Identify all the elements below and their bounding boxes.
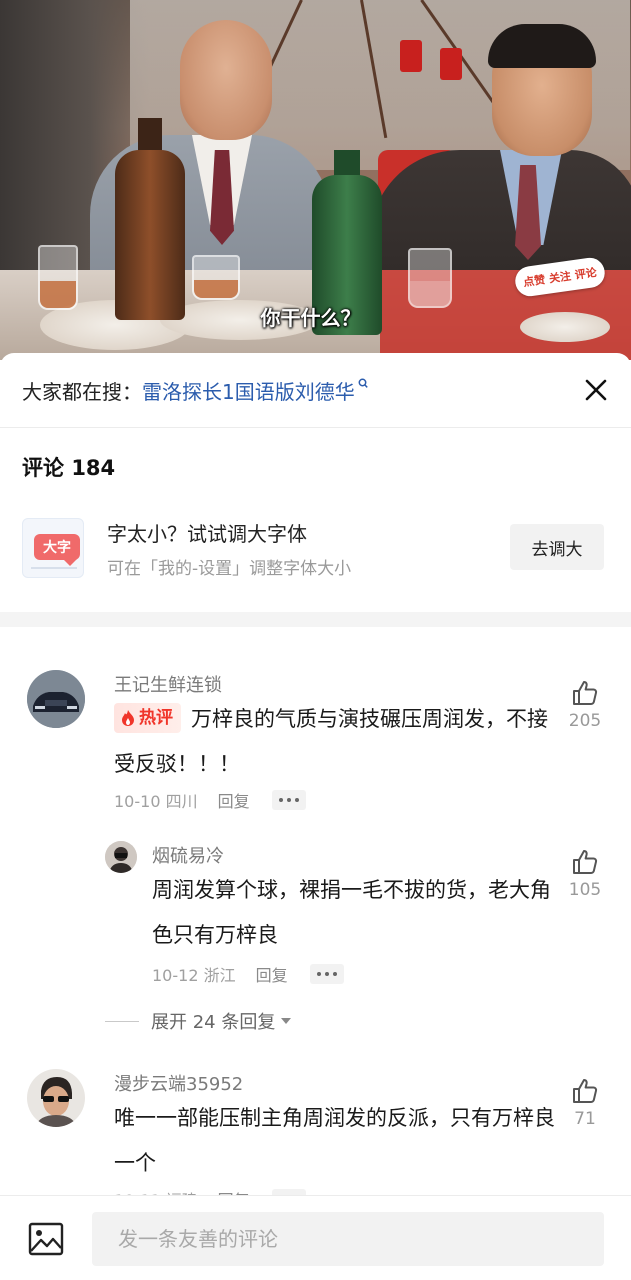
hot-comment-badge: 热评 <box>114 703 181 733</box>
red-envelope <box>440 48 462 80</box>
comment-username[interactable]: 漫步云端35952 <box>114 1070 243 1096</box>
red-envelope <box>400 40 422 72</box>
video-player[interactable]: 你干什么？ 点赞 关注 评论 <box>0 0 631 360</box>
more-options-button[interactable] <box>309 964 344 984</box>
comment-text: 唯一一部能压制主角周润发的反派，只有万梓良一个 <box>114 1096 564 1186</box>
comment-body: 唯一一部能压制主角周润发的反派，只有万梓良一个 <box>114 1106 555 1175</box>
cognac-bottle <box>115 150 185 320</box>
car-avatar-icon <box>27 670 85 728</box>
hair <box>488 24 596 68</box>
wine-glass <box>408 248 452 308</box>
like-count: 105 <box>568 880 602 900</box>
thumbs-up-icon <box>573 681 598 705</box>
expand-replies-button[interactable]: 展开 24 条回复 <box>105 1008 292 1034</box>
like-button[interactable]: 71 <box>565 1077 605 1129</box>
search-suggestion-text[interactable]: 雷洛探长1国语版刘德华 <box>142 376 355 405</box>
comment-username[interactable]: 烟硫易冷 <box>152 842 224 868</box>
comment-username[interactable]: 王记生鲜连锁 <box>114 671 222 697</box>
comment-body: 周润发算个球，裸捐一毛不拔的货，老大角色只有万梓良 <box>152 878 551 947</box>
like-button[interactable]: 205 <box>565 679 605 731</box>
person-avatar-icon <box>105 841 137 873</box>
large-font-icon: 大字 <box>22 518 84 578</box>
sticker-comment-text: 评论 <box>574 265 598 282</box>
font-tip-subtitle: 可在「我的-设置」调整字体大小 <box>107 559 352 579</box>
section-divider <box>0 612 631 627</box>
thumbs-up-icon <box>573 1079 598 1103</box>
comment-text: 热评 万梓良的气质与演技碾压周润发，不接受反驳！！！ <box>114 697 564 787</box>
image-icon[interactable] <box>28 1222 64 1256</box>
comment-input-bar <box>0 1195 631 1280</box>
avatar[interactable] <box>27 1069 85 1127</box>
comment-meta: 10-12 浙江 回复 <box>152 962 344 986</box>
avatar[interactable] <box>27 670 85 728</box>
close-icon[interactable] <box>583 377 609 403</box>
wine-glass <box>192 255 240 300</box>
thumbs-up-icon <box>573 850 598 874</box>
chevron-down-icon <box>281 1018 292 1024</box>
font-tip-title: 字太小？试试调大字体 <box>107 522 307 546</box>
sticker-like-text: 点赞 <box>522 273 547 290</box>
search-prefix: 大家都在搜： <box>22 379 142 404</box>
reply-button[interactable]: 回复 <box>256 962 288 986</box>
increase-font-button[interactable]: 去调大 <box>510 524 604 570</box>
search-icon <box>358 378 368 388</box>
comment-date-location: 10-10 四川 <box>114 792 198 811</box>
like-count: 71 <box>574 1109 596 1129</box>
dash <box>105 1020 139 1022</box>
comment-meta: 10-10 四川 回复 <box>114 788 306 812</box>
comment-count-label: 评论 <box>22 456 64 480</box>
reply-button[interactable]: 回复 <box>218 788 250 812</box>
large-font-icon-label: 大字 <box>34 534 80 560</box>
more-options-button[interactable] <box>271 790 306 810</box>
comment-date-location: 10-12 浙江 <box>152 966 236 985</box>
search-suggestion-bar: 大家都在搜： 雷洛探长1国语版刘德华 <box>0 353 631 428</box>
hot-comment-badge-text: 热评 <box>139 707 173 728</box>
comment-input[interactable] <box>92 1212 604 1266</box>
flame-icon <box>122 710 134 726</box>
comment-text: 周润发算个球，裸捐一毛不拔的货，老大角色只有万梓良 <box>152 868 560 958</box>
person-sunglasses-avatar-icon <box>27 1069 85 1127</box>
wine-glass <box>38 245 78 310</box>
like-button[interactable]: 105 <box>565 848 605 900</box>
avatar[interactable] <box>105 841 137 873</box>
comment-count-value: 184 <box>71 456 116 480</box>
search-suggestion-link[interactable]: 雷洛探长1国语版刘德华 <box>142 376 368 405</box>
video-subtitle: 你干什么？ <box>260 306 361 330</box>
sticker-follow-text: 关注 <box>548 269 572 286</box>
expand-replies-text[interactable]: 展开 24 条回复 <box>151 1008 275 1034</box>
like-count: 205 <box>568 711 602 731</box>
font-size-tip: 大字 字太小？试试调大字体 可在「我的-设置」调整字体大小 去调大 <box>22 510 610 585</box>
comment-count-heading: 评论 184 <box>22 452 115 482</box>
figure-left-head <box>180 20 272 140</box>
